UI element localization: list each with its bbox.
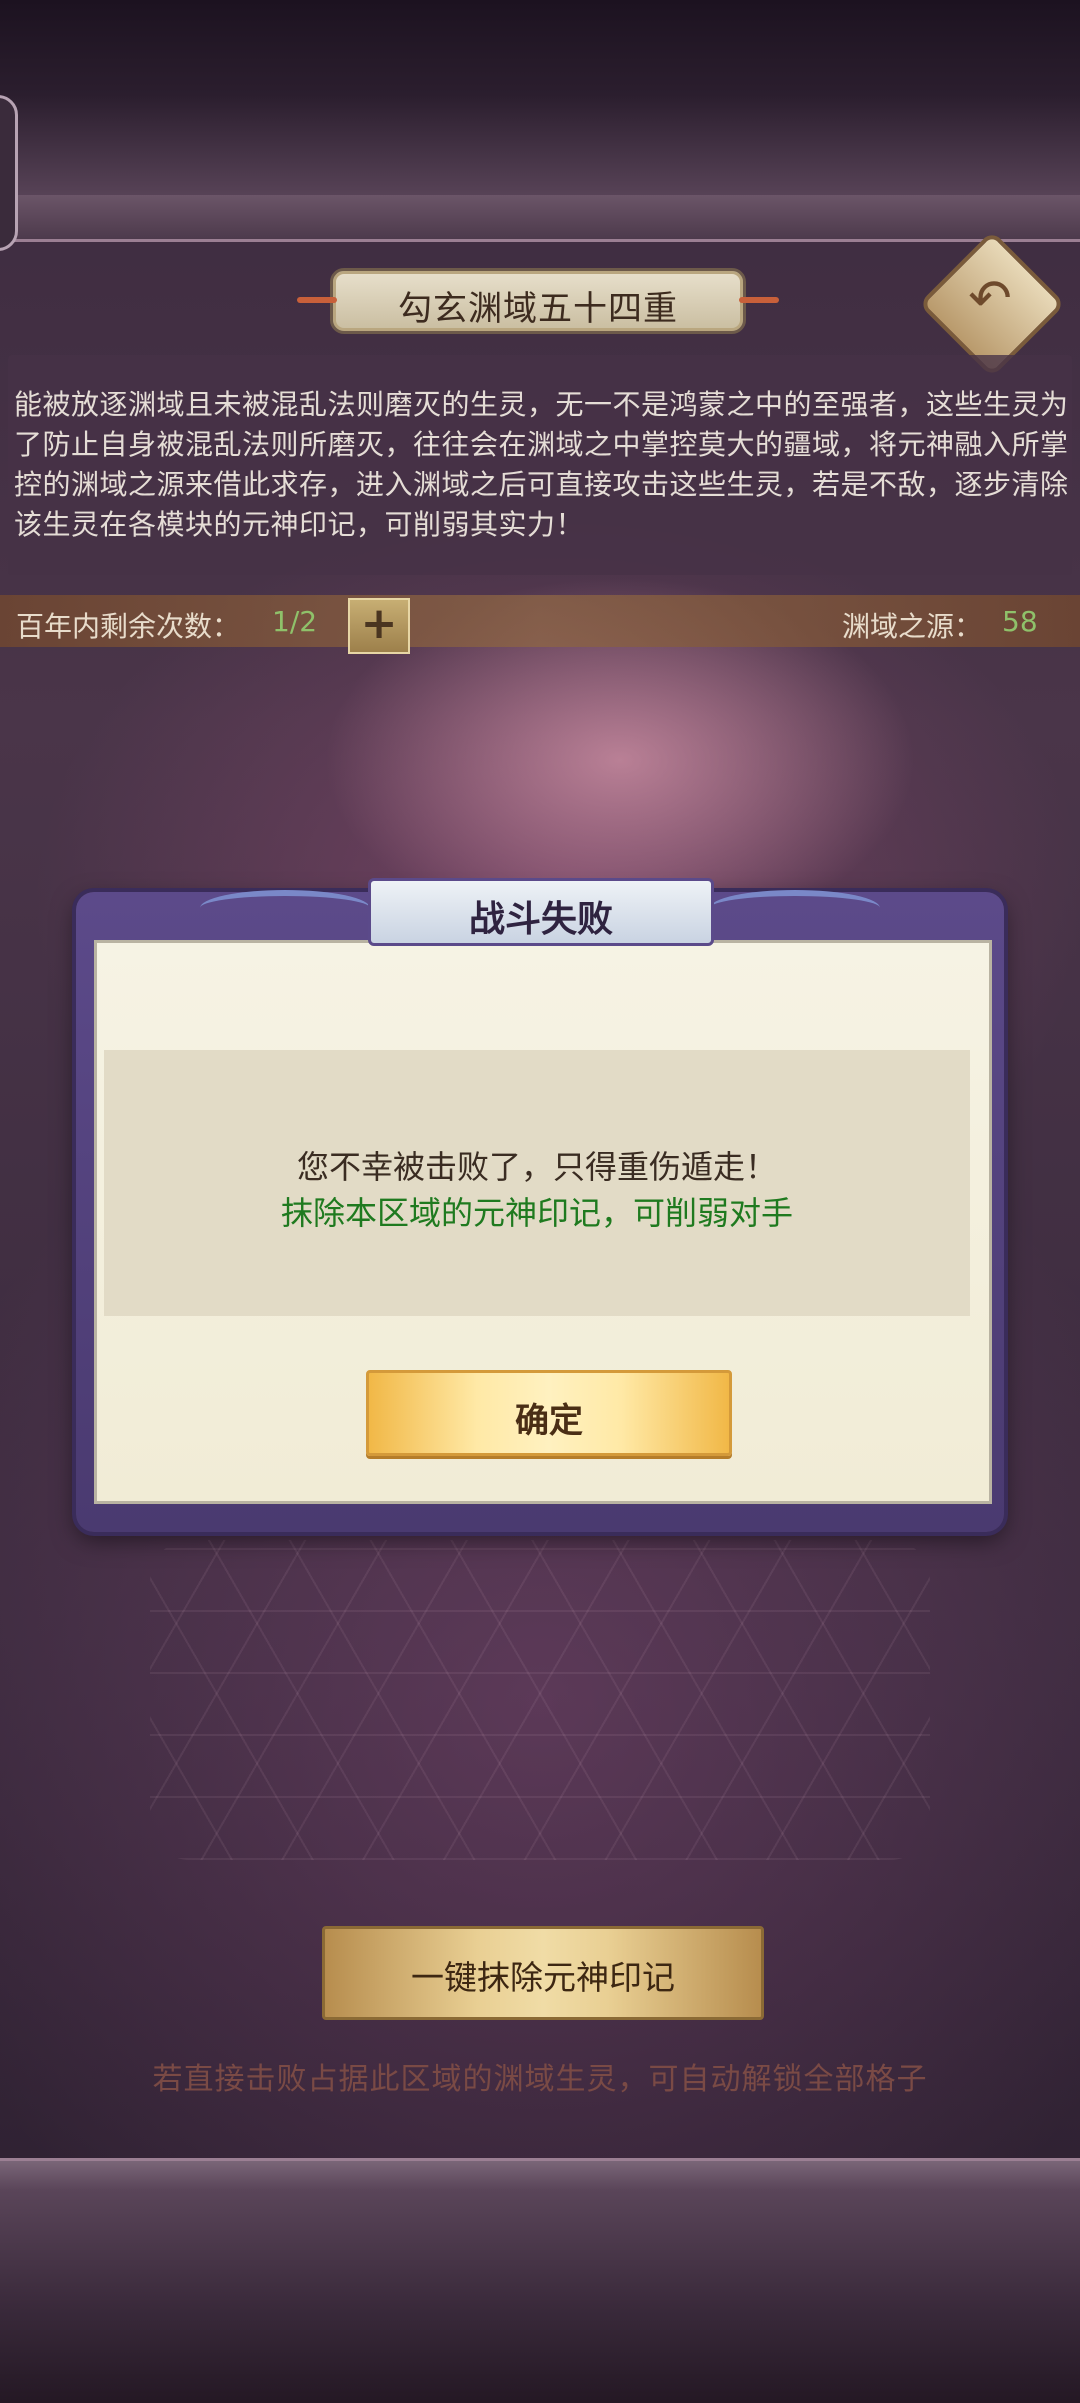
add-attempts-button[interactable]: + <box>348 598 410 654</box>
message-panel: 您不幸被击败了，只得重伤遁走！ 抹除本区域的元神印记，可削弱对手 <box>104 1050 970 1316</box>
side-tab[interactable] <box>0 95 18 251</box>
defeat-message: 您不幸被击败了，只得重伤遁走！ <box>296 1148 777 1186</box>
top-frame-rim <box>0 195 1080 242</box>
bottom-frame <box>0 2158 1080 2403</box>
remaining-attempts-label: 百年内剩余次数： <box>16 610 241 643</box>
modal-title-plate: 战斗失败 <box>368 878 714 946</box>
modal-title: 战斗失败 <box>468 899 613 940</box>
stats-bar: 百年内剩余次数： 1/2 渊域之源： 58 <box>0 595 1080 647</box>
title-plaque: 勾玄渊域五十四重 <box>297 268 779 334</box>
hint-message: 抹除本区域的元神印记，可削弱对手 <box>280 1194 793 1232</box>
abyss-source-value: 58 <box>1002 605 1038 638</box>
hex-grid-board <box>150 1540 930 1860</box>
description-text: 能被放逐渊域且未被混乱法则磨灭的生灵，无一不是鸿蒙之中的至强者，这些生灵为了防止… <box>14 388 1069 541</box>
back-arrow-icon[interactable]: ↶ <box>950 264 1030 334</box>
page-title: 勾玄渊域五十四重 <box>398 289 678 329</box>
ornament-swirl-left <box>200 890 370 926</box>
confirm-button-label: 确定 <box>515 1401 583 1441</box>
erase-marks-label: 一键抹除元神印记 <box>411 1958 675 1997</box>
ornament-swirl-right <box>710 890 880 926</box>
abyss-source-label: 渊域之源： <box>842 610 983 643</box>
erase-marks-button[interactable]: 一键抹除元神印记 <box>322 1926 764 2020</box>
unlock-hint-text: 若直接击败占据此区域的渊域生灵，可自动解锁全部格子 <box>152 2062 928 2097</box>
confirm-button[interactable]: 确定 <box>366 1370 732 1456</box>
remaining-attempts-value: 1/2 <box>272 605 318 638</box>
description-panel: 能被放逐渊域且未被混乱法则磨灭的生灵，无一不是鸿蒙之中的至强者，这些生灵为了防止… <box>8 355 1072 575</box>
